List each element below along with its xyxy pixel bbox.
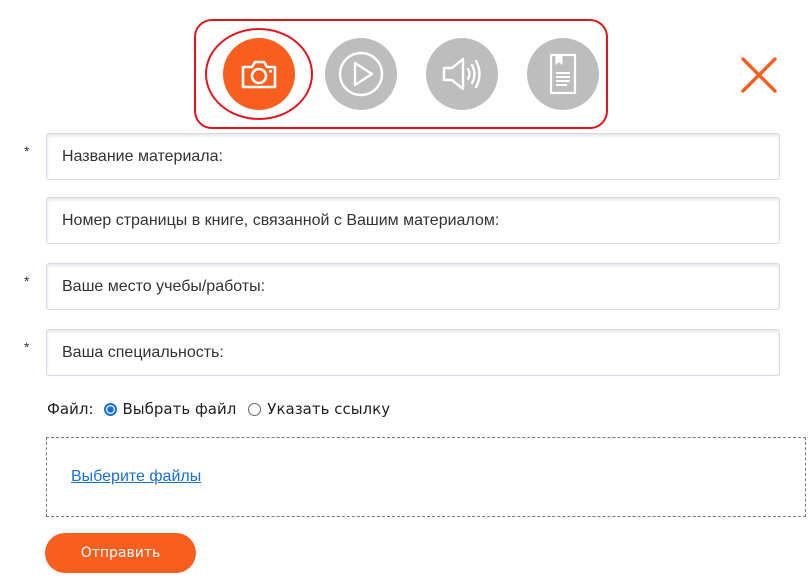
photo-type-button[interactable] (223, 38, 295, 110)
speaker-icon (438, 50, 486, 98)
page-number-field[interactable] (46, 197, 780, 244)
camera-icon (239, 54, 279, 94)
play-icon (335, 48, 387, 100)
document-type-button[interactable] (527, 38, 599, 110)
document-icon (543, 51, 583, 97)
required-mark: * (24, 143, 30, 159)
close-icon (740, 57, 778, 98)
audio-type-button[interactable] (426, 38, 498, 110)
material-title-field[interactable] (46, 133, 780, 180)
choose-file-radio[interactable] (103, 402, 117, 416)
required-mark: * (24, 273, 30, 289)
required-mark: * (24, 339, 30, 355)
video-type-button[interactable] (325, 38, 397, 110)
file-label: Файл: (47, 400, 94, 418)
specify-link-radio-label[interactable]: Указать ссылку (267, 400, 390, 418)
submit-button[interactable]: Отправить (45, 533, 196, 573)
specialty-field[interactable] (46, 329, 780, 376)
choose-file-radio-label[interactable]: Выбрать файл (123, 400, 237, 418)
file-drop-zone[interactable]: Выберите файлы (46, 437, 806, 517)
choose-files-link[interactable]: Выберите файлы (71, 468, 201, 486)
file-source-row: Файл: Выбрать файл Указать ссылку (47, 396, 402, 422)
close-button[interactable] (740, 56, 778, 94)
workplace-field[interactable] (46, 263, 780, 310)
specify-link-radio[interactable] (248, 402, 262, 416)
